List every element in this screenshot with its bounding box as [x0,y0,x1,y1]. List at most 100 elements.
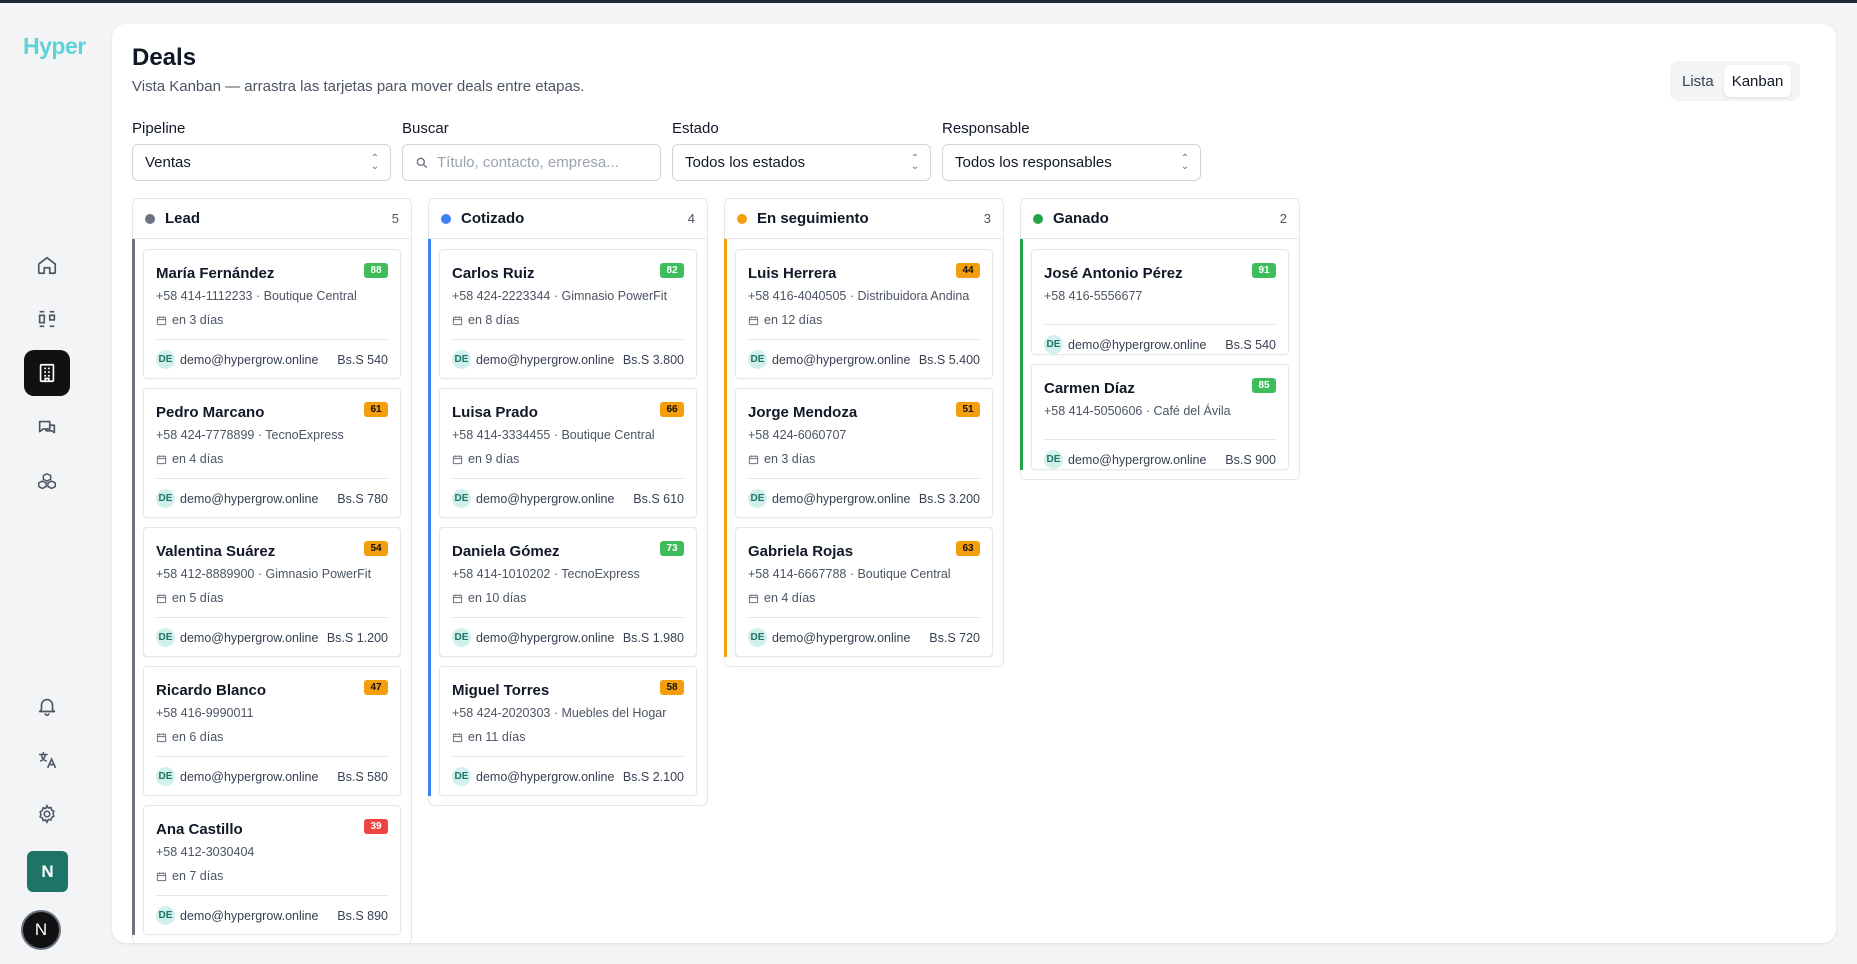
kanban-column: Lead 5 María Fernández 88 +58 414-1112233 · … [132,198,412,943]
nav-settings[interactable] [24,791,70,837]
chevron-updown-icon: ⌃ ⌄ [1180,153,1190,172]
deal-contact-name: José Antonio Pérez [1044,265,1183,282]
app-logo[interactable]: Hyper [23,33,86,60]
column-count: 2 [1279,211,1287,226]
calendar-icon [156,732,167,742]
owner-avatar: DE [156,628,175,647]
owner-avatar: DE [156,489,175,508]
owner-email: demo@hypergrow.online [476,769,615,784]
owner-email: demo@hypergrow.online [180,908,319,923]
deal-card[interactable]: José Antonio Pérez 91 +58 416-5556677 DE dem… [1031,249,1289,355]
nav-deals[interactable] [24,350,70,396]
lead-score-badge: 63 [956,541,980,556]
nav-home[interactable] [24,242,70,288]
search-input[interactable] [437,154,637,171]
deal-card[interactable]: Daniela Gómez 73 +58 414-1010202 · TecnoEx… [439,527,697,657]
profile-avatar[interactable]: N [21,910,61,950]
deal-card-footer: DE demo@hypergrow.online Bs.S 890 [156,895,388,935]
deal-contact-info: +58 414-3334455 · Boutique Central [452,428,655,442]
deal-card-footer: DE demo@hypergrow.online Bs.S 610 [452,478,684,518]
kanban-column: Cotizado 4 Carlos Ruiz 82 +58 424-2223344 · … [428,198,708,806]
owner-email: demo@hypergrow.online [476,491,615,506]
stage-color-bar [132,239,135,935]
nav-conversations[interactable] [24,405,70,451]
deal-amount: Bs.S 900 [1225,452,1276,467]
lead-score-badge: 82 [660,263,684,278]
deal-contact-name: Carlos Ruiz [452,265,535,282]
deal-card[interactable]: Jorge Mendoza 51 +58 424-6060707 en 3 días D… [735,388,993,518]
nav-notifications[interactable] [24,683,70,729]
calendar-icon [452,454,463,464]
pipeline-select[interactable]: Ventas ⌃ ⌄ [132,144,391,181]
view-toggle: Lista Kanban [1670,61,1800,101]
nav-language[interactable] [24,737,70,783]
owner-select[interactable]: Todos los responsables ⌃ ⌄ [942,144,1201,181]
deal-card[interactable]: Miguel Torres 58 +58 424-2020303 · Muebles… [439,666,697,796]
deal-amount: Bs.S 3.800 [622,352,684,367]
lead-score-badge: 61 [364,402,388,417]
due-date-text: en 8 días [468,313,520,327]
bell-icon [38,698,56,716]
deal-card-footer: DE demo@hypergrow.online Bs.S 580 [156,756,388,796]
owner-email: demo@hypergrow.online [772,491,911,506]
deal-card[interactable]: Ana Castillo 39 +58 412-3030404 en 7 días DE… [143,805,401,935]
nav-integrations[interactable] [24,459,70,505]
deal-contact-name: Luisa Prado [452,404,538,421]
workspace-avatar[interactable]: N [27,851,68,892]
lead-score-badge: 39 [364,819,388,834]
deal-due-date: en 3 días [748,452,815,466]
lead-score-badge: 85 [1252,378,1276,393]
deal-card[interactable]: Ricardo Blanco 47 +58 416-9990011 en 6 días… [143,666,401,796]
view-list-button[interactable]: Lista [1674,65,1722,97]
deal-due-date: en 8 días [452,313,519,327]
deal-amount: Bs.S 780 [337,491,388,506]
column-count: 3 [983,211,991,226]
owner-avatar: DE [1044,335,1063,354]
deal-card[interactable]: María Fernández 88 +58 414-1112233 · Bouti… [143,249,401,379]
nav-pipeline[interactable] [24,296,70,342]
search-field[interactable] [402,144,661,181]
deal-card[interactable]: Carlos Ruiz 82 +58 424-2223344 · Gimnasio … [439,249,697,379]
chevron-updown-icon: ⌃ ⌄ [910,153,920,172]
deal-contact-info: +58 412-3030404 [156,845,255,859]
owner-email: demo@hypergrow.online [180,630,319,645]
deal-card[interactable]: Gabriela Rojas 63 +58 414-6667788 · Boutiq… [735,527,993,657]
deal-card-footer: DE demo@hypergrow.online Bs.S 3.800 [452,339,684,379]
stage-dot-icon [441,213,451,224]
deal-card[interactable]: Luis Herrera 44 +58 416-4040505 · Distribu… [735,249,993,379]
calendar-icon [452,593,463,603]
owner-email: demo@hypergrow.online [1068,452,1207,467]
sidebar: Hyper N N [0,3,110,964]
deal-contact-info: +58 414-5050606 · Café del Ávila [1044,404,1231,418]
deal-due-date: en 6 días [156,730,223,744]
owner-email: demo@hypergrow.online [180,491,319,506]
filter-label: Responsable [942,120,1030,137]
deal-card[interactable]: Carmen Díaz 85 +58 414-5050606 · Café del … [1031,364,1289,470]
column-header: Lead 5 [133,199,411,239]
deal-contact-info: +58 424-2223344 · Gimnasio PowerFit [452,289,668,303]
owner-email: demo@hypergrow.online [476,630,615,645]
column-title: Lead [165,210,201,227]
deal-card[interactable]: Pedro Marcano 61 +58 424-7778899 · TecnoEx… [143,388,401,518]
view-kanban-button[interactable]: Kanban [1723,65,1792,97]
window-top-border [0,0,1857,3]
deal-card-footer: DE demo@hypergrow.online Bs.S 720 [748,617,980,657]
owner-select-value: Todos los responsables [955,154,1112,171]
deal-contact-name: Carmen Díaz [1044,380,1135,397]
deal-card[interactable]: Luisa Prado 66 +58 414-3334455 · Boutique … [439,388,697,518]
filter-owner: Responsable Todos los responsables ⌃ ⌄ [942,120,1201,181]
column-body: José Antonio Pérez 91 +58 416-5556677 DE dem… [1020,239,1299,470]
deal-contact-info: +58 414-6667788 · Boutique Central [748,567,951,581]
deal-card-footer: DE demo@hypergrow.online Bs.S 540 [156,339,388,379]
due-date-text: en 7 días [172,869,224,883]
due-date-text: en 4 días [764,591,816,605]
deal-due-date: en 4 días [748,591,815,605]
stage-dot-icon [1033,213,1043,224]
deal-contact-info: +58 416-9990011 [156,706,254,720]
deal-card[interactable]: Valentina Suárez 54 +58 412-8889900 · Gimn… [143,527,401,657]
lead-score-badge: 91 [1252,263,1276,278]
status-select[interactable]: Todos los estados ⌃ ⌄ [672,144,931,181]
due-date-text: en 11 días [468,730,526,744]
deal-contact-name: Gabriela Rojas [748,543,854,560]
page-subtitle: Vista Kanban — arrastra las tarjetas par… [132,78,585,95]
